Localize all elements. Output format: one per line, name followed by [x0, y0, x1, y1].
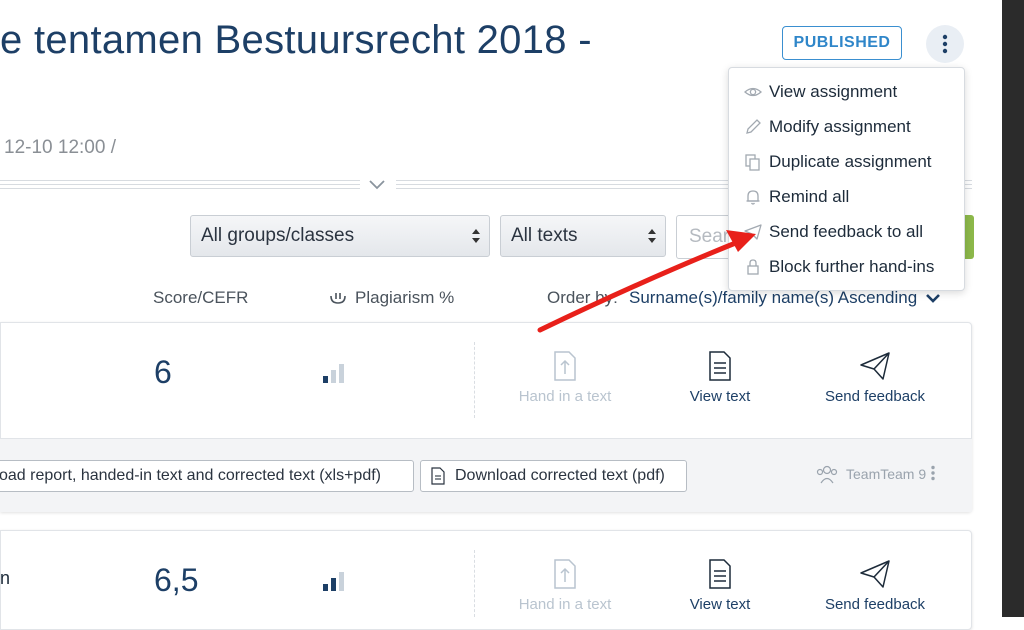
download-corrected-button[interactable]: Download corrected text (pdf) [420, 460, 687, 492]
plagiarism-icon [330, 293, 346, 304]
upload-document-icon [554, 351, 576, 381]
document-icon [709, 351, 731, 381]
score-column-header: Score/CEFR [153, 288, 249, 307]
kebab-icon [931, 465, 935, 481]
send-feedback-label: Send feedback [824, 388, 926, 405]
select-arrows-icon [472, 229, 480, 243]
team-icon [816, 465, 838, 484]
download-report-label: oad report, handed-in text and corrected… [0, 467, 381, 484]
download-corrected-label: Download corrected text (pdf) [455, 467, 665, 484]
plagiarism-bars-icon [323, 364, 344, 383]
download-report-button[interactable]: oad report, handed-in text and corrected… [0, 460, 414, 492]
kebab-icon [942, 34, 948, 54]
menu-item-block-hand-ins[interactable]: Block further hand-ins [743, 252, 934, 282]
menu-item-label: Remind all [769, 187, 850, 206]
copy-icon [745, 154, 760, 171]
send-feedback-button[interactable]: Send feedback [815, 558, 935, 613]
groups-select-value: All groups/classes [201, 225, 355, 246]
menu-item-label: Duplicate assignment [769, 152, 932, 171]
deadline-text: 12-10 12:00 / [4, 137, 116, 158]
menu-item-send-feedback-to-all[interactable]: Send feedback to all [743, 217, 923, 247]
chevron-down-icon [369, 180, 385, 190]
row-separator [474, 550, 475, 617]
more-options-button[interactable] [926, 25, 964, 63]
paper-plane-icon [860, 560, 890, 588]
team-name: TeamTeam 9 [846, 466, 927, 482]
menu-item-remind-all[interactable]: Remind all [743, 182, 849, 212]
menu-item-label: View assignment [769, 82, 898, 101]
document-icon [709, 559, 731, 589]
view-text-label: View text [689, 388, 751, 405]
annotation-arrow [537, 230, 756, 333]
student-name: n [0, 568, 11, 588]
document-icon [431, 467, 445, 485]
status-badge: PUBLISHED [782, 26, 902, 60]
menu-item-view-assignment[interactable]: View assignment [743, 77, 897, 107]
view-text-button[interactable]: View text [660, 558, 780, 613]
hand-in-text-label: Hand in a text [518, 596, 612, 613]
team-indicator[interactable]: TeamTeam 9 [816, 464, 926, 484]
send-feedback-button[interactable]: Send feedback [815, 350, 935, 405]
send-feedback-label: Send feedback [824, 596, 926, 613]
menu-item-label: Modify assignment [769, 117, 911, 136]
menu-item-modify-assignment[interactable]: Modify assignment [743, 112, 911, 142]
row-score: 6,5 [154, 562, 199, 598]
menu-item-label: Block further hand-ins [769, 257, 935, 276]
hand-in-text-button[interactable]: Hand in a text [505, 558, 625, 613]
assignment-options-menu: View assignment Modify assignment Duplic… [728, 67, 965, 291]
plagiarism-column-header[interactable]: Plagiarism % [328, 288, 454, 308]
row-menu-button[interactable] [930, 465, 936, 486]
view-text-button[interactable]: View text [660, 350, 780, 405]
page-title: e tentamen Bestuursrecht 2018 - [0, 18, 592, 62]
view-text-label: View text [689, 596, 751, 613]
row-score: 6 [154, 354, 172, 390]
collapse-divider [0, 180, 360, 189]
row-separator [474, 342, 475, 418]
bell-icon [746, 190, 760, 205]
paper-plane-icon [860, 352, 890, 380]
window-edge [1002, 0, 1024, 617]
upload-document-icon [554, 559, 576, 589]
menu-item-label: Send feedback to all [769, 222, 924, 241]
hand-in-text-label: Hand in a text [518, 388, 612, 405]
pencil-icon [746, 119, 761, 134]
menu-item-duplicate-assignment[interactable]: Duplicate assignment [743, 147, 932, 177]
expand-toggle[interactable] [368, 178, 386, 192]
plagiarism-bars-icon [323, 572, 344, 591]
groups-select[interactable]: All groups/classes [190, 215, 490, 257]
plagiarism-column-label: Plagiarism % [355, 288, 455, 307]
eye-icon [744, 87, 762, 97]
chevron-down-icon [926, 294, 941, 303]
hand-in-text-button[interactable]: Hand in a text [505, 350, 625, 405]
